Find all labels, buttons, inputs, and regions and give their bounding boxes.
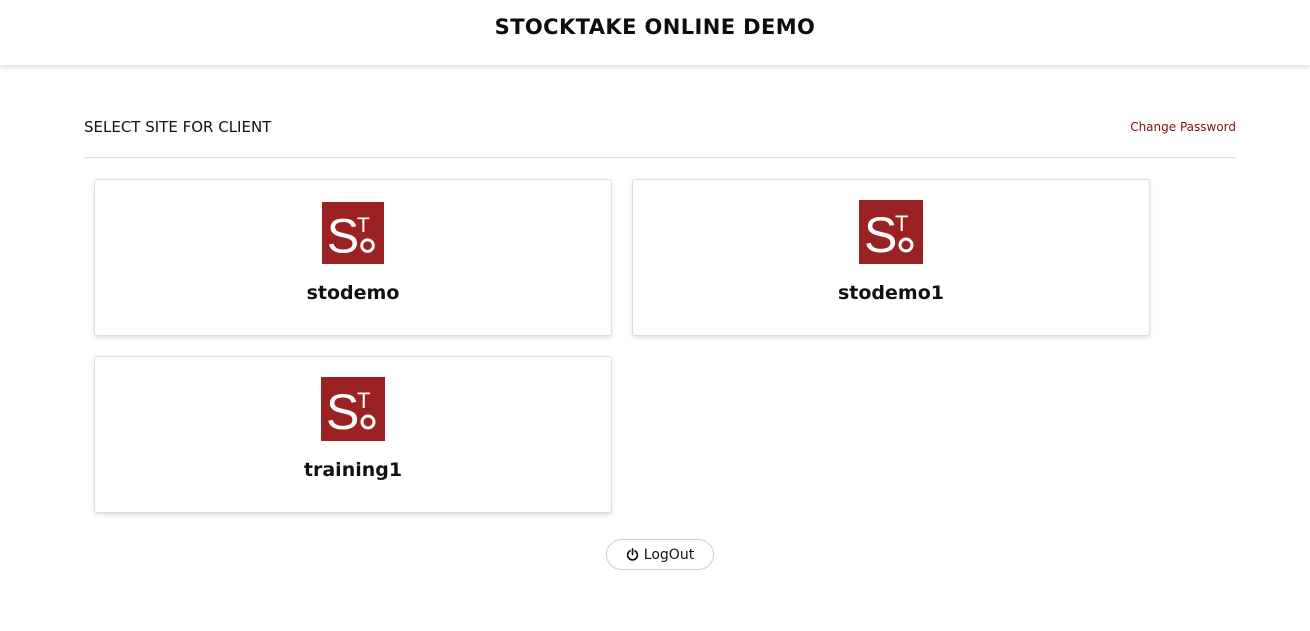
site-card-training1[interactable]: S T training1 (94, 356, 612, 513)
site-name: stodemo1 (837, 282, 944, 304)
site-name: training1 (303, 459, 403, 481)
sto-logo-icon: S T (859, 200, 923, 264)
top-bar: STOCKTAKE ONLINE DEMO (0, 0, 1310, 66)
svg-text:S: S (327, 209, 359, 263)
svg-text:T: T (357, 213, 370, 237)
sto-logo-icon: S T (321, 377, 385, 441)
svg-text:T: T (895, 211, 908, 236)
site-card-stodemo[interactable]: S T stodemo (94, 179, 612, 336)
site-card-stodemo1[interactable]: S T stodemo1 (632, 179, 1150, 336)
svg-text:S: S (864, 207, 897, 263)
section-title: SELECT SITE FOR CLIENT (84, 118, 272, 136)
sto-logo-icon: S T (322, 202, 384, 264)
svg-text:T: T (357, 388, 370, 413)
logout-label: LogOut (643, 546, 695, 563)
change-password-link[interactable]: Change Password (1130, 120, 1236, 134)
power-icon (626, 548, 638, 561)
app-title: STOCKTAKE ONLINE DEMO (494, 14, 816, 39)
logout-button[interactable]: LogOut (606, 539, 714, 570)
section-header: SELECT SITE FOR CLIENT Change Password (84, 110, 1236, 158)
site-name: stodemo (306, 282, 400, 304)
svg-text:S: S (326, 384, 359, 440)
